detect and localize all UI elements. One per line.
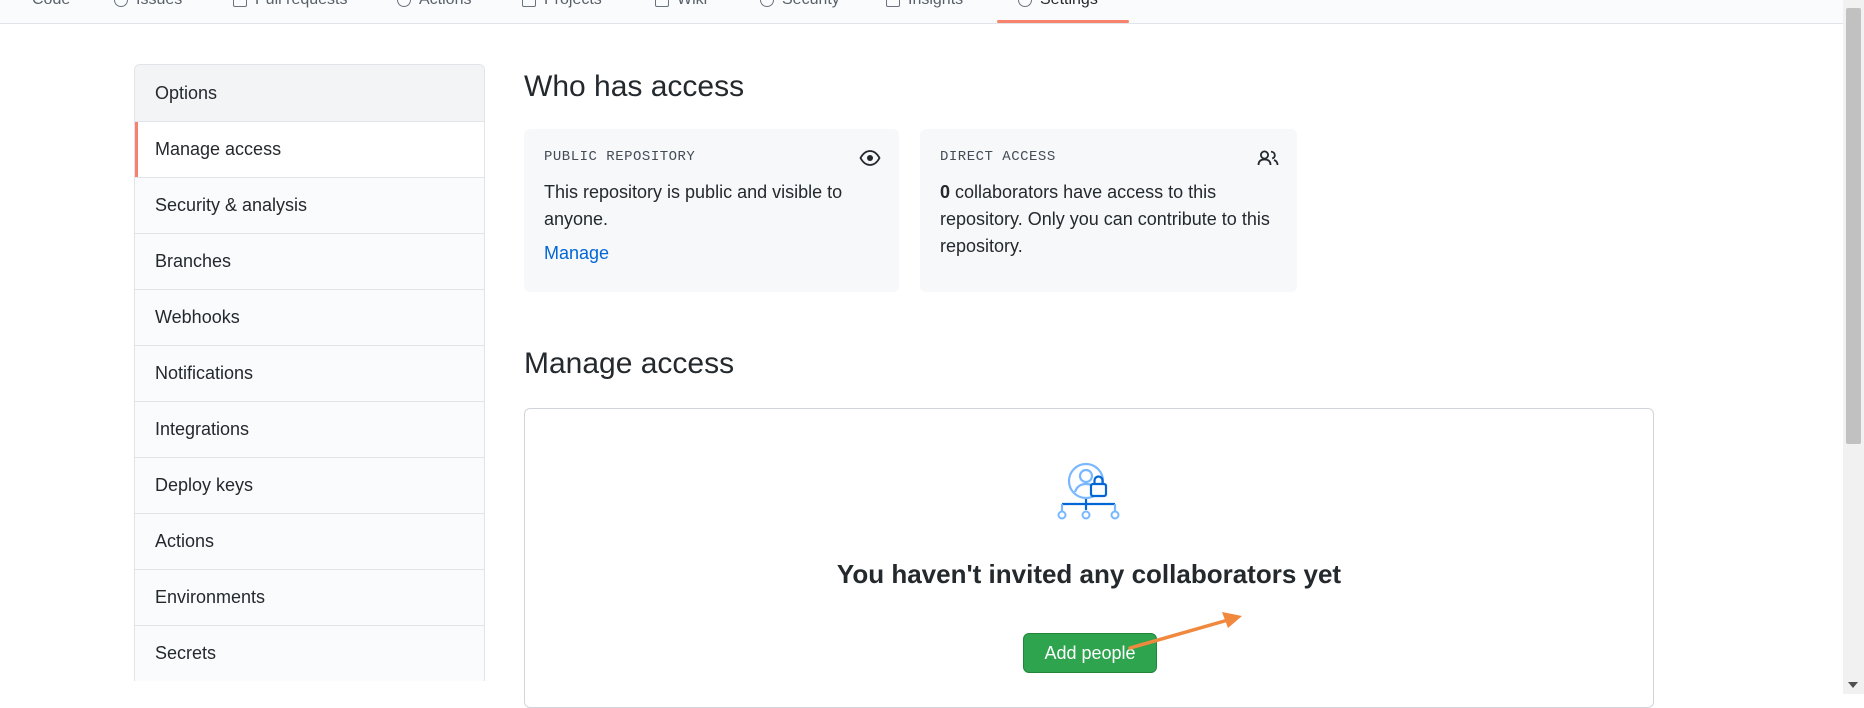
sidebar-item-label: Actions bbox=[155, 531, 215, 551]
graph-icon bbox=[886, 0, 900, 7]
tab-settings[interactable]: Settings bbox=[1018, 0, 1098, 10]
direct-access-card: DIRECT ACCESS 0 collaborators have acces… bbox=[920, 129, 1297, 292]
scroll-down-arrow-icon[interactable] bbox=[1848, 682, 1858, 688]
sidebar-item-security-analysis[interactable]: Security & analysis bbox=[135, 177, 484, 233]
repo-nav: Code Issues Pull requests Actions Projec… bbox=[0, 0, 1843, 24]
card-description: This repository is public and visible to… bbox=[544, 182, 843, 229]
play-icon bbox=[397, 0, 411, 7]
annotation-arrow-icon bbox=[1128, 612, 1246, 657]
tab-label: Issues bbox=[136, 0, 182, 9]
tab-security[interactable]: Security bbox=[760, 0, 840, 10]
card-label: DIRECT ACCESS bbox=[940, 149, 1056, 165]
settings-sidebar: Options Manage access Security & analysi… bbox=[134, 64, 485, 681]
people-icon bbox=[1257, 149, 1279, 172]
sidebar-item-branches[interactable]: Branches bbox=[135, 233, 484, 289]
tab-code[interactable]: Code bbox=[32, 0, 70, 10]
sidebar-item-label: Notifications bbox=[155, 363, 254, 383]
sidebar-item-environments[interactable]: Environments bbox=[135, 569, 484, 625]
sidebar-item-label: Security & analysis bbox=[155, 195, 308, 215]
tab-label: Settings bbox=[1040, 0, 1098, 9]
card-label: PUBLIC REPOSITORY bbox=[544, 149, 696, 165]
sidebar-item-label: Webhooks bbox=[155, 307, 240, 327]
sidebar-item-integrations[interactable]: Integrations bbox=[135, 401, 484, 457]
issue-icon bbox=[114, 0, 128, 7]
sidebar-item-label: Deploy keys bbox=[155, 475, 254, 495]
project-icon bbox=[522, 0, 536, 7]
tab-insights[interactable]: Insights bbox=[886, 0, 963, 10]
manage-visibility-link[interactable]: Manage bbox=[544, 243, 879, 264]
tab-label: Pull requests bbox=[255, 0, 348, 9]
shield-icon bbox=[760, 0, 774, 7]
collaborator-count: 0 bbox=[940, 182, 951, 202]
sidebar-item-options[interactable]: Options bbox=[135, 65, 484, 121]
tab-label: Code bbox=[32, 0, 70, 9]
empty-state-message: You haven't invited any collaborators ye… bbox=[836, 559, 1342, 589]
tab-wiki[interactable]: Wiki bbox=[655, 0, 707, 10]
public-repository-card: PUBLIC REPOSITORY This repository is pub… bbox=[524, 129, 899, 292]
who-has-access-heading: Who has access bbox=[524, 70, 745, 103]
sidebar-item-label: Integrations bbox=[155, 419, 250, 439]
sidebar-item-label: Secrets bbox=[155, 643, 217, 663]
sidebar-item-actions[interactable]: Actions bbox=[135, 513, 484, 569]
tab-label: Wiki bbox=[677, 0, 707, 9]
book-icon bbox=[655, 0, 669, 7]
scrollbar-thumb[interactable] bbox=[1846, 8, 1861, 444]
tab-issues[interactable]: Issues bbox=[114, 0, 182, 10]
sidebar-item-webhooks[interactable]: Webhooks bbox=[135, 289, 484, 345]
collaborators-panel: You haven't invited any collaborators ye… bbox=[524, 408, 1654, 708]
sidebar-item-label: Manage access bbox=[155, 139, 282, 159]
sidebar-item-secrets[interactable]: Secrets bbox=[135, 625, 484, 681]
gear-icon bbox=[1018, 0, 1032, 7]
sidebar-item-deploy-keys[interactable]: Deploy keys bbox=[135, 457, 484, 513]
collaborators-lock-icon bbox=[1055, 461, 1121, 528]
tab-label: Actions bbox=[419, 0, 471, 9]
sidebar-item-label: Branches bbox=[155, 251, 232, 271]
active-tab-indicator bbox=[997, 20, 1129, 23]
tab-label: Projects bbox=[544, 0, 602, 9]
pull-request-icon bbox=[233, 0, 247, 7]
manage-access-heading: Manage access bbox=[524, 347, 735, 380]
eye-icon bbox=[859, 149, 881, 172]
sidebar-item-notifications[interactable]: Notifications bbox=[135, 345, 484, 401]
tab-label: Insights bbox=[908, 0, 963, 9]
vertical-scrollbar[interactable] bbox=[1843, 0, 1864, 694]
tab-projects[interactable]: Projects bbox=[522, 0, 602, 10]
sidebar-item-manage-access[interactable]: Manage access bbox=[135, 121, 484, 177]
sidebar-item-label: Environments bbox=[155, 587, 266, 607]
tab-label: Security bbox=[782, 0, 840, 9]
tab-actions[interactable]: Actions bbox=[397, 0, 471, 10]
card-description: 0 collaborators have access to this repo… bbox=[940, 179, 1277, 260]
direct-access-text: collaborators have access to this reposi… bbox=[940, 182, 1270, 256]
tab-pull-requests[interactable]: Pull requests bbox=[233, 0, 348, 10]
sidebar-item-label: Options bbox=[155, 82, 218, 103]
